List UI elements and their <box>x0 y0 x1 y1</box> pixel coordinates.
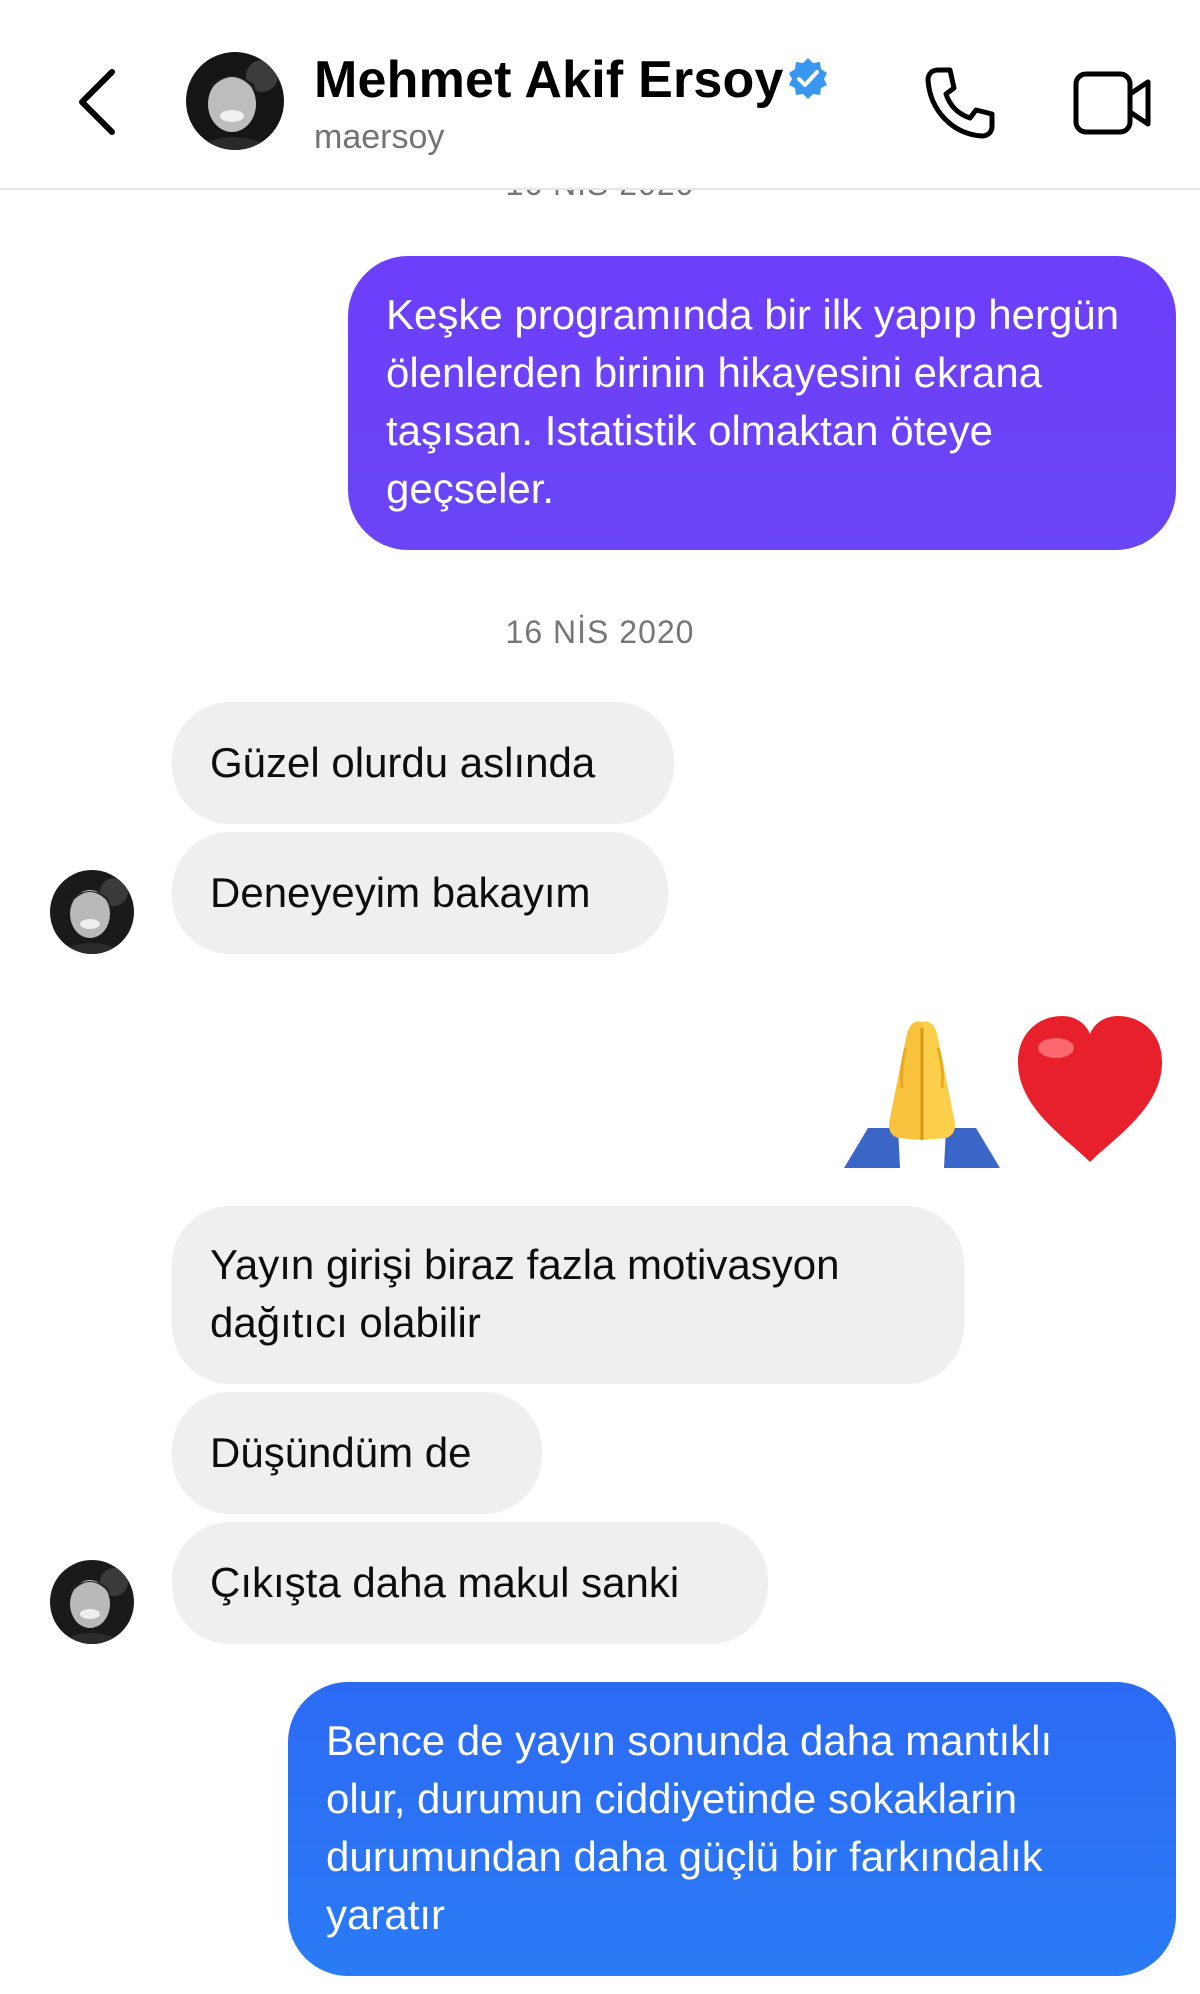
message-incoming-2[interactable]: Deneyeyim bakayım <box>172 832 668 954</box>
verified-badge-icon <box>786 56 830 100</box>
call-button[interactable] <box>922 64 998 140</box>
contact-name[interactable]: Mehmet Akif Ersoy <box>314 50 784 110</box>
folded-hands-emoji[interactable] <box>840 1008 1004 1168</box>
message-outgoing-1[interactable]: Keşke programında bir ilk yapıp hergün ö… <box>348 256 1176 550</box>
timestamp-middle: 16 NİS 2020 <box>505 614 695 650</box>
chat-header: Mehmet Akif Ersoy maersoy <box>0 0 1200 190</box>
contact-avatar[interactable] <box>50 1560 134 1644</box>
message-incoming-5[interactable]: Çıkışta daha makul sanki <box>172 1522 768 1644</box>
contact-avatar[interactable] <box>50 870 134 954</box>
back-button[interactable] <box>66 62 130 142</box>
message-incoming-4[interactable]: Düşündüm de <box>172 1392 542 1514</box>
message-incoming-3[interactable]: Yayın girişi biraz fazla motivasyon dağı… <box>172 1206 964 1384</box>
phone-icon <box>925 67 995 139</box>
video-call-button[interactable] <box>1072 68 1152 138</box>
contact-username: maersoy <box>314 118 445 156</box>
chevron-left-icon <box>79 69 115 135</box>
red-heart-emoji[interactable] <box>1012 1012 1168 1164</box>
message-incoming-1[interactable]: Güzel olurdu aslında <box>172 702 674 824</box>
header-avatar[interactable] <box>186 52 284 150</box>
video-camera-icon <box>1073 71 1151 135</box>
message-outgoing-2[interactable]: Bence de yayın sonunda daha mantıklı olu… <box>288 1682 1176 1976</box>
